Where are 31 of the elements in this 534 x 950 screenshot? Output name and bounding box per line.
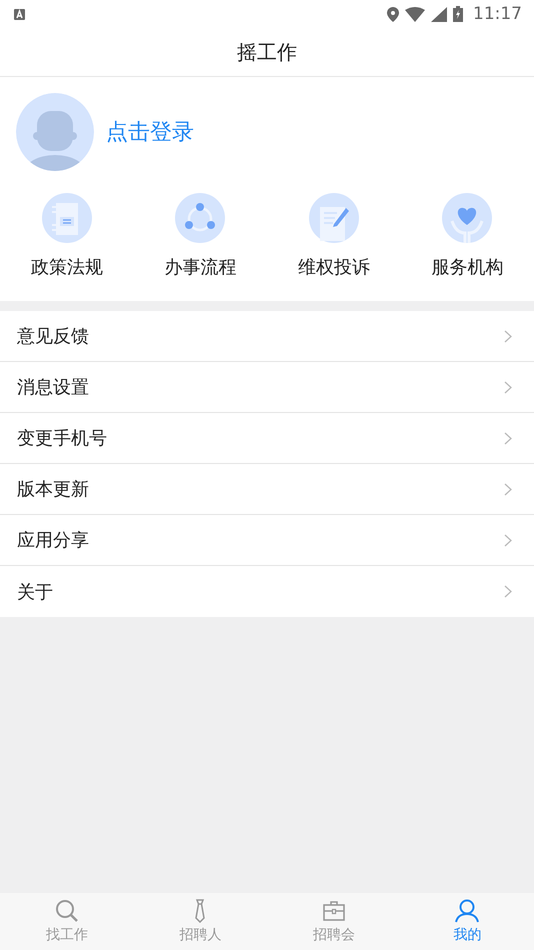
battery-icon xyxy=(453,6,463,22)
search-icon xyxy=(54,899,79,923)
menu-item[interactable]: 消息设置 xyxy=(0,362,534,413)
login-link[interactable]: 点击登录 xyxy=(106,117,194,147)
menu-item[interactable]: 版本更新 xyxy=(0,464,534,515)
chevron-right-icon xyxy=(504,534,512,546)
menu-item[interactable]: 变更手机号 xyxy=(0,413,534,464)
keyboard-icon xyxy=(14,8,25,20)
edit-document-icon xyxy=(308,193,359,243)
chevron-right-icon xyxy=(504,380,512,394)
signal-icon xyxy=(431,6,447,22)
chevron-right-icon xyxy=(504,330,512,342)
shortcut-button[interactable]: 政策法规 xyxy=(0,193,134,279)
page-title: 摇工作 xyxy=(237,38,297,66)
briefcase-icon xyxy=(322,899,346,923)
location-icon xyxy=(387,6,399,22)
shortcut-button[interactable]: 办事流程 xyxy=(134,193,267,279)
shortcut-button[interactable]: 服务机构 xyxy=(400,193,534,279)
shortcut-button[interactable]: 维权投诉 xyxy=(267,193,400,279)
person-icon xyxy=(454,899,480,923)
wifi-icon xyxy=(405,6,425,22)
notebook-icon xyxy=(42,193,92,243)
status-time: 11:17 xyxy=(473,4,522,24)
chevron-right-icon xyxy=(504,482,512,496)
menu-item[interactable]: 意见反馈 xyxy=(0,311,534,362)
chevron-right-icon xyxy=(504,432,512,444)
cycle-icon xyxy=(175,193,226,243)
chevron-right-icon xyxy=(504,585,512,598)
menu-item[interactable]: 关于 xyxy=(0,566,534,617)
heart-hands-icon xyxy=(442,193,492,243)
menu-item[interactable]: 应用分享 xyxy=(0,515,534,566)
